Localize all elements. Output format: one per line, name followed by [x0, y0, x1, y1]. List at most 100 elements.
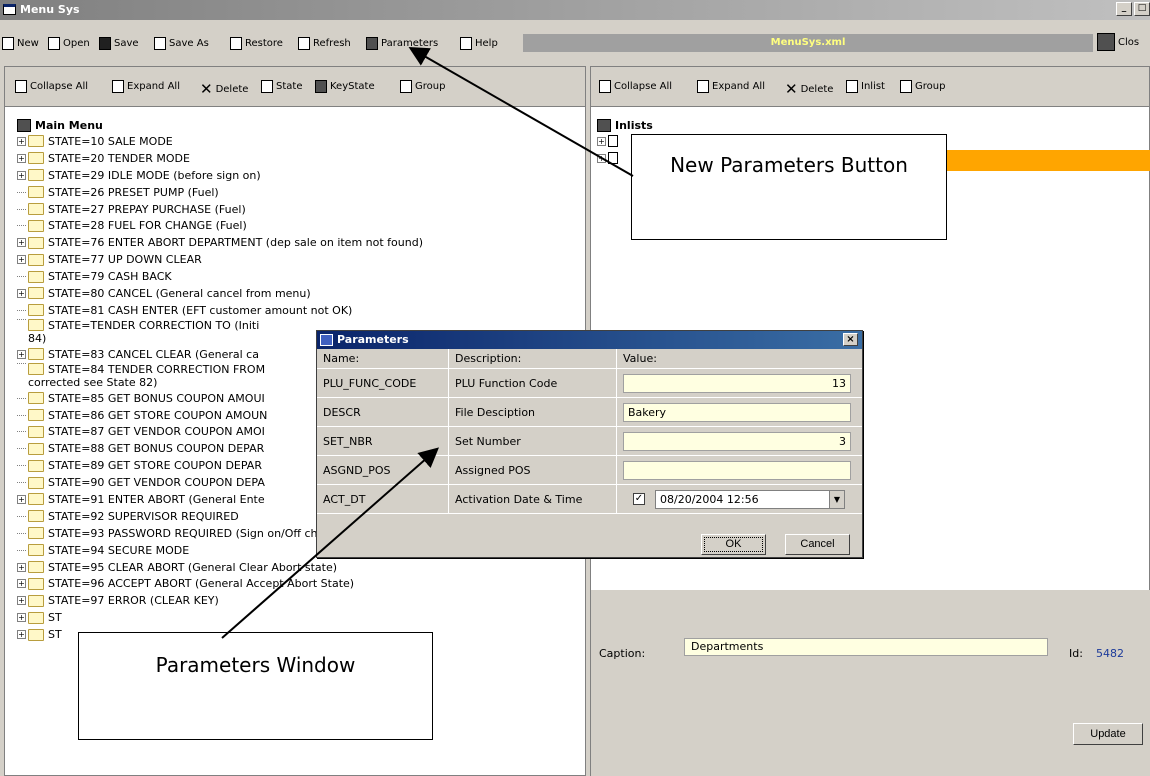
tree-node[interactable]: STATE=81 CASH ENTER (EFT customer amount…	[17, 302, 423, 319]
refresh-button[interactable]: Refresh	[298, 35, 351, 51]
tree-node[interactable]: STATE=26 PRESET PUMP (Fuel)	[17, 184, 423, 201]
parameters-dialog: Parameters × Name: Description: Value: P…	[316, 330, 863, 558]
tree-node[interactable]: + STATE=96 ACCEPT ABORT (General Accept A…	[17, 575, 423, 592]
activation-datetime-field[interactable]: 08/20/2004 12:56 ▼	[655, 489, 845, 509]
delete-button-right[interactable]: ✕ Delete	[785, 80, 833, 98]
main-menu-title: Main Menu	[35, 118, 103, 132]
keystate-button[interactable]: KeyState	[315, 80, 375, 93]
folder-icon	[28, 287, 44, 300]
tree-node[interactable]: STATE=27 PREPAY PURCHASE (Fuel)	[17, 201, 423, 218]
expand-toggle-icon[interactable]: +	[17, 255, 26, 265]
asgnd-pos-input[interactable]	[623, 461, 851, 480]
tree-node[interactable]: + STATE=77 UP DOWN CLEAR	[17, 251, 423, 268]
new-button[interactable]: New	[2, 35, 39, 51]
tree-node-label: ST	[48, 628, 62, 642]
expand-toggle-icon[interactable]: +	[17, 288, 26, 298]
page-icon	[400, 80, 412, 93]
group-button-right[interactable]: Group	[900, 80, 945, 93]
parameters-header-row: Name: Description: Value:	[317, 349, 862, 369]
collapse-all-button-right[interactable]: Collapse All	[599, 80, 672, 93]
tree-node[interactable]: + STATE=97 ERROR (CLEAR KEY)	[17, 592, 423, 609]
collapse-all-button[interactable]: Collapse All	[15, 80, 88, 93]
folder-icon	[28, 561, 44, 574]
delete-button[interactable]: ✕ Delete	[200, 80, 248, 98]
right-pane-toolbar: Collapse All Expand All ✕ Delete Inlist G…	[591, 67, 1149, 107]
expand-toggle-icon[interactable]: +	[597, 153, 606, 163]
page-icon	[900, 80, 912, 93]
tree-connector	[17, 482, 26, 484]
left-pane-toolbar: Collapse All Expand All ✕ Delete State Ke…	[5, 67, 585, 107]
plu-func-code-input[interactable]: 13	[623, 374, 851, 393]
tree-node[interactable]: + STATE=29 IDLE MODE (before sign on)	[17, 167, 423, 184]
tree-node[interactable]: + STATE=80 CANCEL (General cancel from me…	[17, 285, 423, 302]
ok-button[interactable]: OK	[701, 534, 766, 555]
group-button[interactable]: Group	[400, 80, 445, 93]
minimize-button[interactable]: _	[1116, 2, 1132, 16]
cancel-button[interactable]: Cancel	[785, 534, 850, 555]
table-row: DESCR File Desciption Bakery	[317, 398, 862, 427]
open-file-icon	[48, 36, 60, 50]
inlists-root[interactable]: Inlists	[597, 117, 653, 133]
expand-toggle-icon[interactable]: +	[17, 136, 26, 146]
help-button[interactable]: Help	[460, 35, 498, 51]
main-menu-root[interactable]: Main Menu	[17, 117, 423, 133]
restore-button[interactable]: Restore	[230, 35, 283, 51]
window-title-bar: Menu Sys _ □	[0, 0, 1150, 20]
collapse-icon	[599, 80, 611, 93]
selected-inlist-highlight[interactable]	[940, 150, 1150, 171]
enable-date-checkbox[interactable]: ✓	[633, 493, 645, 505]
open-button[interactable]: Open	[48, 35, 90, 51]
expand-toggle-icon[interactable]: +	[17, 170, 26, 180]
delete-label: Delete	[215, 83, 249, 95]
expand-toggle-icon[interactable]: +	[17, 562, 26, 572]
tree-connector	[17, 414, 26, 416]
close-label: Clos	[1118, 36, 1140, 48]
expand-all-button[interactable]: Expand All	[112, 80, 180, 93]
caption-input[interactable]: Departments	[684, 638, 1048, 656]
close-button[interactable]: Clos	[1097, 33, 1139, 51]
expand-toggle-icon[interactable]: +	[17, 349, 26, 359]
tree-node[interactable]: STATE=28 FUEL FOR CHANGE (Fuel)	[17, 217, 423, 234]
expand-toggle-icon[interactable]: +	[17, 494, 26, 504]
parameters-button[interactable]: Parameters	[366, 35, 438, 51]
param-description: File Desciption	[449, 398, 617, 426]
folder-icon	[28, 577, 44, 590]
dropdown-arrow-icon[interactable]: ▼	[829, 490, 844, 508]
save-label: Save	[114, 37, 139, 49]
expand-toggle-icon[interactable]: +	[17, 596, 26, 606]
tree-node-label: STATE=90 GET VENDOR COUPON DEPA	[48, 476, 265, 490]
expand-toggle-icon[interactable]: +	[17, 238, 26, 248]
expand-toggle-icon[interactable]: +	[17, 613, 26, 623]
restore-icon	[230, 36, 242, 50]
save-button[interactable]: Save	[99, 35, 139, 51]
tree-node-label: STATE=29 IDLE MODE (before sign on)	[48, 168, 261, 182]
maximize-button[interactable]: □	[1134, 2, 1150, 16]
expand-toggle-icon[interactable]: +	[17, 579, 26, 589]
tree-node[interactable]: STATE=79 CASH BACK	[17, 268, 423, 285]
tree-node[interactable]: + ST	[17, 609, 423, 626]
folder-icon	[28, 169, 44, 182]
tree-node[interactable]: + STATE=95 CLEAR ABORT (General Clear Abo…	[17, 559, 423, 576]
tree-node[interactable]: + STATE=10 SALE MODE	[17, 133, 423, 150]
expand-toggle-icon[interactable]: +	[597, 136, 606, 146]
set-nbr-input[interactable]: 3	[623, 432, 851, 451]
state-button[interactable]: State	[261, 80, 302, 93]
param-value-cell	[617, 456, 862, 484]
descr-input[interactable]: Bakery	[623, 403, 851, 422]
folder-icon	[28, 409, 44, 422]
folder-icon	[28, 152, 44, 165]
expand-toggle-icon[interactable]: +	[17, 153, 26, 163]
save-disk-icon	[99, 36, 111, 50]
folder-icon	[28, 135, 44, 148]
expand-toggle-icon[interactable]: +	[17, 630, 26, 640]
tree-node[interactable]: + STATE=20 TENDER MODE	[17, 150, 423, 167]
save-as-button[interactable]: Save As	[154, 35, 209, 51]
delete-x-icon: ✕	[785, 80, 798, 98]
expand-all-button-right[interactable]: Expand All	[697, 80, 765, 93]
dialog-close-button[interactable]: ×	[843, 333, 858, 346]
tree-connector	[17, 515, 26, 517]
tree-node[interactable]: + STATE=76 ENTER ABORT DEPARTMENT (dep sa…	[17, 234, 423, 251]
inlist-button[interactable]: Inlist	[846, 80, 885, 93]
update-button[interactable]: Update	[1073, 723, 1143, 745]
param-description: Assigned POS	[449, 456, 617, 484]
